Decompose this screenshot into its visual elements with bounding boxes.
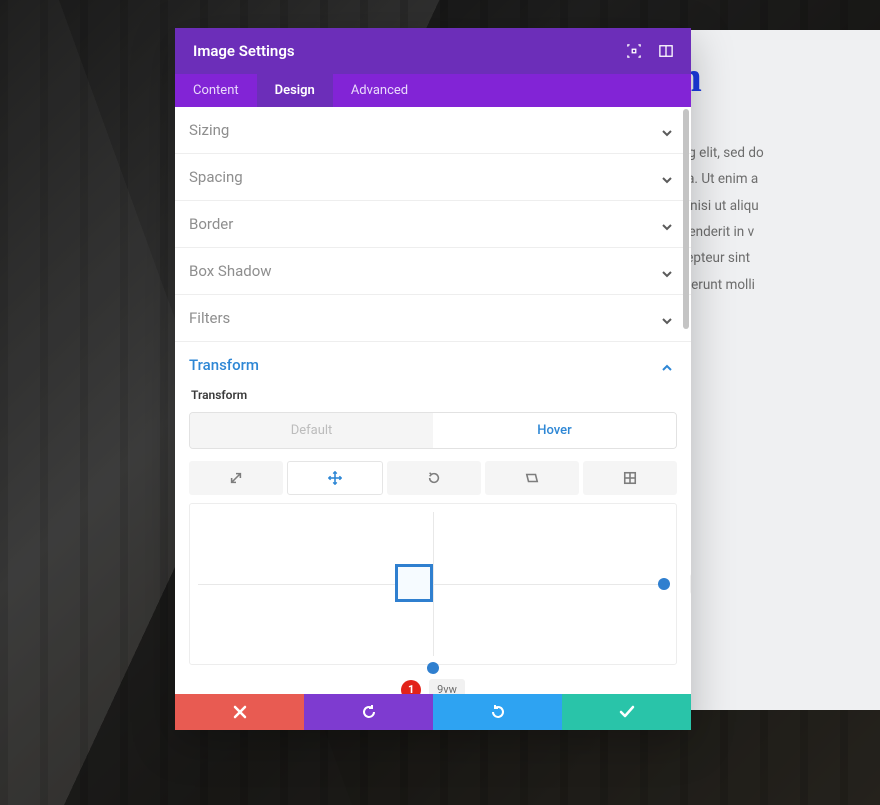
section-filters[interactable]: Filters bbox=[175, 295, 691, 341]
image-settings-modal: Image Settings Content Design Advanced S… bbox=[175, 28, 691, 730]
state-tab-default[interactable]: Default bbox=[190, 413, 433, 448]
value-bottom[interactable]: 9vw bbox=[429, 679, 465, 694]
tab-design[interactable]: Design bbox=[257, 74, 333, 107]
callout-marker-1: 1 bbox=[401, 680, 421, 695]
section-spacing[interactable]: Spacing bbox=[175, 154, 691, 200]
save-button[interactable] bbox=[562, 694, 691, 730]
modal-tabs: Content Design Advanced bbox=[175, 74, 691, 107]
redo-button[interactable] bbox=[433, 694, 562, 730]
chevron-down-icon bbox=[661, 171, 673, 183]
modal-body: Sizing Spacing Border Box Shadow Filters… bbox=[175, 107, 691, 694]
chevron-down-icon bbox=[661, 265, 673, 277]
transform-box[interactable] bbox=[395, 564, 433, 602]
state-tab-hover[interactable]: Hover bbox=[433, 413, 676, 448]
undo-button[interactable] bbox=[304, 694, 433, 730]
focus-mode-icon[interactable] bbox=[627, 44, 641, 58]
tool-translate[interactable] bbox=[287, 461, 383, 495]
tab-content[interactable]: Content bbox=[175, 74, 257, 107]
tool-rotate[interactable] bbox=[387, 461, 481, 495]
modal-footer bbox=[175, 694, 691, 730]
section-transform[interactable]: Transform bbox=[175, 342, 691, 388]
chevron-down-icon bbox=[661, 124, 673, 136]
transform-tool-tabs bbox=[189, 461, 677, 495]
section-border[interactable]: Border bbox=[175, 201, 691, 247]
modal-header: Image Settings bbox=[175, 28, 691, 74]
chevron-up-icon bbox=[661, 359, 673, 371]
tab-advanced[interactable]: Advanced bbox=[333, 74, 426, 107]
section-box-shadow[interactable]: Box Shadow bbox=[175, 248, 691, 294]
tool-scale[interactable] bbox=[189, 461, 283, 495]
transform-panel: Transform Default Hover bbox=[175, 388, 691, 694]
modal-title: Image Settings bbox=[193, 42, 295, 60]
handle-bottom[interactable] bbox=[427, 662, 439, 674]
transform-canvas[interactable]: 0px bbox=[189, 503, 677, 665]
chevron-down-icon bbox=[661, 312, 673, 324]
transform-state-tabs: Default Hover bbox=[189, 412, 677, 449]
transform-sublabel: Transform bbox=[191, 388, 677, 402]
handle-right[interactable] bbox=[658, 578, 670, 590]
chevron-down-icon bbox=[661, 218, 673, 230]
bottom-value-row: 1 9vw bbox=[189, 679, 677, 694]
value-right[interactable]: 0px bbox=[690, 574, 691, 595]
cancel-button[interactable] bbox=[175, 694, 304, 730]
section-sizing[interactable]: Sizing bbox=[175, 107, 691, 153]
tool-origin[interactable] bbox=[583, 461, 677, 495]
split-view-icon[interactable] bbox=[659, 44, 673, 58]
tool-skew[interactable] bbox=[485, 461, 579, 495]
scrollbar[interactable] bbox=[683, 109, 689, 329]
